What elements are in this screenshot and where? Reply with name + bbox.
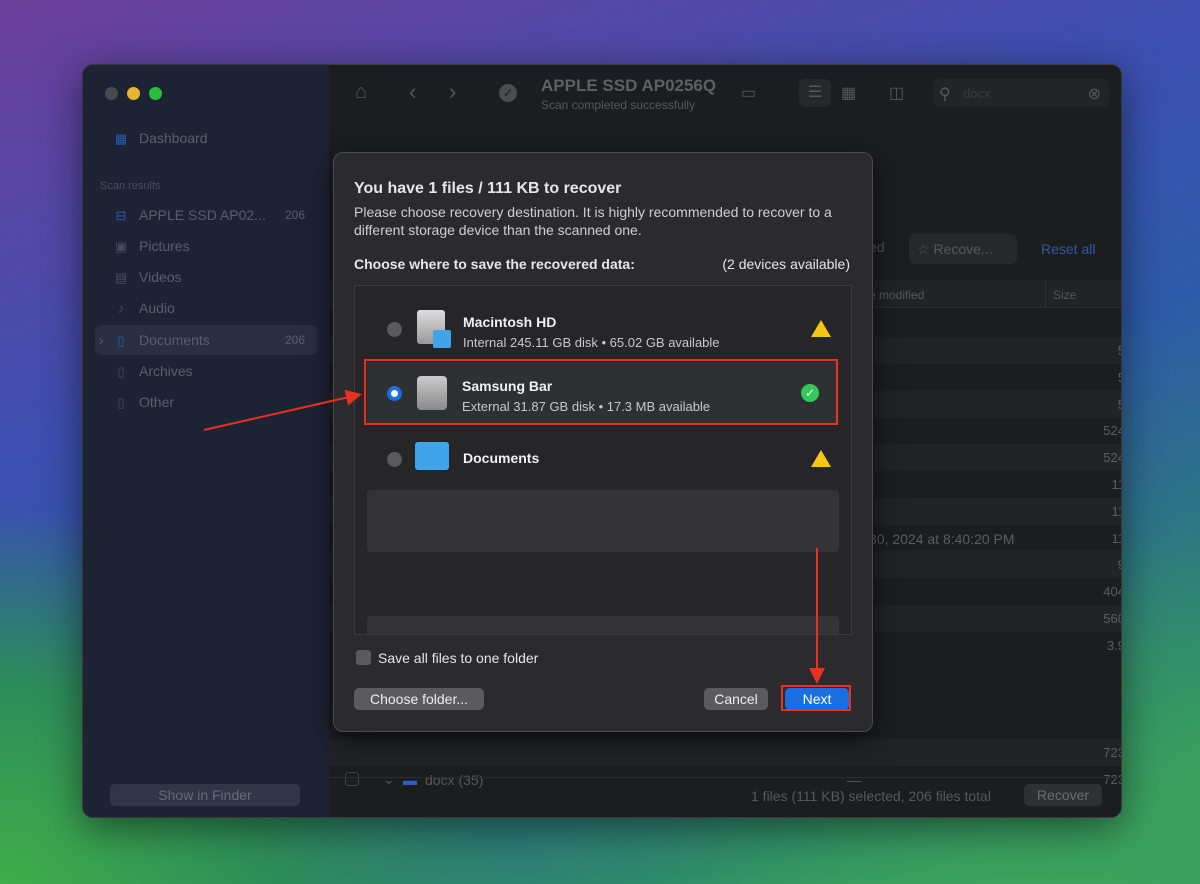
annotation-arrow xyxy=(203,389,362,431)
annotation-arrows xyxy=(203,389,825,684)
